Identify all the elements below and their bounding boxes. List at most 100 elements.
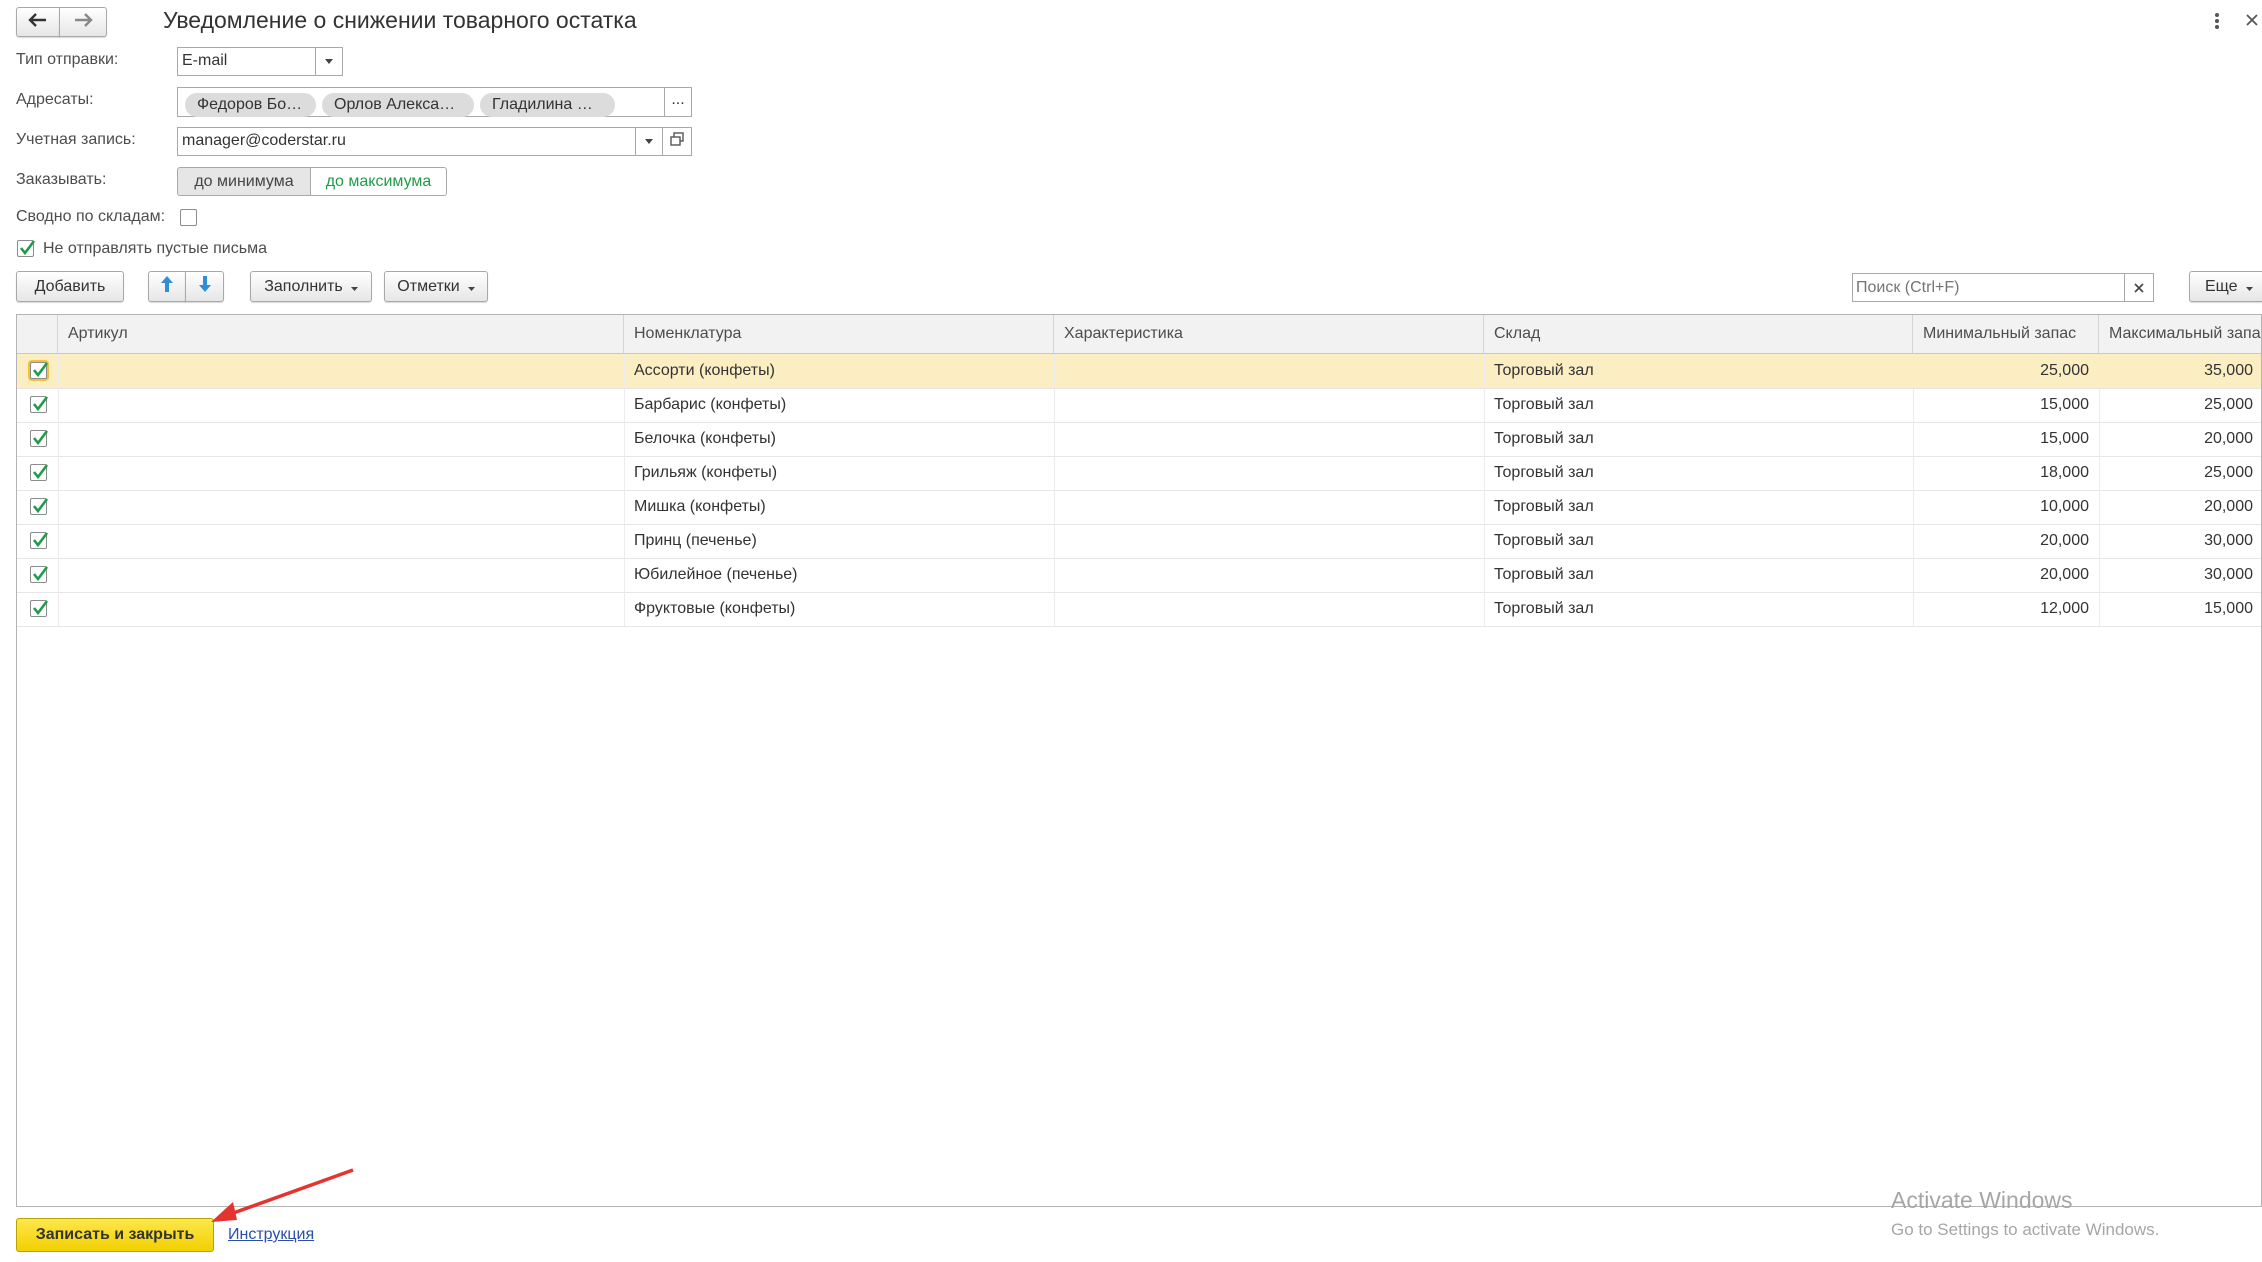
cell-min[interactable]: 15,000 [1913,388,2099,422]
cell-characteristic[interactable] [1054,422,1484,456]
table-row[interactable]: Грильяж (конфеты) Торговый зал 18,000 25,00… [17,456,2261,491]
cell-warehouse[interactable]: Торговый зал [1484,524,1913,558]
search-input[interactable] [1853,274,2129,301]
account-select[interactable]: manager@coderstar.ru [177,127,663,156]
recipient-tag[interactable]: Федоров Бо… [185,93,316,117]
cell-article[interactable] [58,490,624,524]
cell-max[interactable]: 15,000 [2099,592,2261,626]
cell-characteristic[interactable] [1054,354,1484,388]
cell-min[interactable]: 12,000 [1913,592,2099,626]
cell-characteristic[interactable] [1054,388,1484,422]
no-empty-checkbox[interactable] [17,240,36,257]
save-and-close-button[interactable]: Записать и закрыть [16,1218,214,1252]
cell-min[interactable]: 20,000 [1913,558,2099,592]
cell-warehouse[interactable]: Торговый зал [1484,388,1913,422]
cell-min[interactable]: 25,000 [1913,354,2099,388]
cell-characteristic[interactable] [1054,490,1484,524]
column-header-warehouse[interactable]: Склад [1484,315,1913,353]
move-up-button[interactable] [148,271,186,302]
cell-item[interactable]: Белочка (конфеты) [624,422,1054,456]
column-header-min[interactable]: Минимальный запас [1913,315,2099,353]
recipient-tag[interactable]: Орлов Алексан… [322,93,474,117]
cell-warehouse[interactable]: Торговый зал [1484,558,1913,592]
cell-max[interactable]: 20,000 [2099,490,2261,524]
cell-item[interactable]: Мишка (конфеты) [624,490,1054,524]
cell-warehouse[interactable]: Торговый зал [1484,422,1913,456]
cell-article[interactable] [58,558,624,592]
cell-max[interactable]: 30,000 [2099,558,2261,592]
row-checkbox[interactable] [30,498,49,515]
cell-max[interactable]: 30,000 [2099,524,2261,558]
cell-article[interactable] [58,592,624,626]
add-button[interactable]: Добавить [16,271,124,302]
row-checkbox[interactable] [30,430,49,447]
column-header-characteristic[interactable]: Характеристика [1054,315,1484,353]
order-to-min-option[interactable]: до минимума [177,167,311,196]
cell-characteristic[interactable] [1054,592,1484,626]
cell-min[interactable]: 20,000 [1913,524,2099,558]
forward-button[interactable] [59,7,107,37]
instruction-link[interactable]: Инструкция [228,1226,314,1244]
fill-button[interactable]: Заполнить [250,271,372,302]
table-row[interactable]: Белочка (конфеты) Торговый зал 15,000 20,00… [17,422,2261,457]
cell-min[interactable]: 10,000 [1913,490,2099,524]
cell-min[interactable]: 15,000 [1913,422,2099,456]
more-button[interactable]: Еще [2189,271,2262,302]
cell-item[interactable]: Грильяж (конфеты) [624,456,1054,490]
open-account-button[interactable] [662,127,692,156]
column-header-article[interactable]: Артикул [58,315,624,353]
cell-min[interactable]: 18,000 [1913,456,2099,490]
table-row[interactable]: Юбилейное (печенье) Торговый зал 20,000 30,… [17,558,2261,593]
order-to-max-option[interactable]: до максимума [310,167,447,196]
cell-article[interactable] [58,422,624,456]
chevron-down-icon[interactable] [635,128,662,155]
column-header-check[interactable] [17,315,58,353]
cell-item[interactable]: Юбилейное (печенье) [624,558,1054,592]
row-checkbox[interactable] [30,362,49,379]
cell-max[interactable]: 25,000 [2099,456,2261,490]
row-checkbox[interactable] [30,600,49,617]
close-icon[interactable] [2245,10,2259,28]
recipients-select-button[interactable]: ... [664,87,692,117]
cell-article[interactable] [58,456,624,490]
cell-warehouse[interactable]: Торговый зал [1484,592,1913,626]
recipient-tag[interactable]: Гладилина В… [480,93,615,117]
cell-article[interactable] [58,524,624,558]
cell-warehouse[interactable]: Торговый зал [1484,456,1913,490]
cell-item[interactable]: Принц (печенье) [624,524,1054,558]
move-down-button[interactable] [185,271,224,302]
send-type-select[interactable]: E-mail [177,47,343,76]
summary-checkbox[interactable] [180,209,197,226]
cell-warehouse[interactable]: Торговый зал [1484,354,1913,388]
clear-search-icon[interactable] [2124,274,2153,301]
cell-characteristic[interactable] [1054,456,1484,490]
marks-button[interactable]: Отметки [384,271,488,302]
column-header-max[interactable]: Максимальный запас [2099,315,2261,353]
cell-max[interactable]: 25,000 [2099,388,2261,422]
table-row[interactable]: Принц (печенье) Торговый зал 20,000 30,000 [17,524,2261,559]
back-button[interactable] [16,7,60,37]
column-header-item[interactable]: Номенклатура [624,315,1054,353]
cell-max[interactable]: 35,000 [2099,354,2261,388]
cell-item[interactable]: Фруктовые (конфеты) [624,592,1054,626]
cell-characteristic[interactable] [1054,558,1484,592]
search-field[interactable] [1852,273,2154,302]
cell-article[interactable] [58,388,624,422]
table-row[interactable]: Фруктовые (конфеты) Торговый зал 12,000 15,… [17,592,2261,627]
recipients-field[interactable]: Федоров Бо… Орлов Алексан… Гладилина В… [177,87,665,117]
row-checkbox[interactable] [30,566,49,583]
cell-max[interactable]: 20,000 [2099,422,2261,456]
chevron-down-icon[interactable] [315,48,342,75]
table-row[interactable]: Ассорти (конфеты) Торговый зал 25,000 35,00… [17,354,2261,389]
cell-article[interactable] [58,354,624,388]
cell-item[interactable]: Ассорти (конфеты) [624,354,1054,388]
cell-item[interactable]: Барбарис (конфеты) [624,388,1054,422]
cell-warehouse[interactable]: Торговый зал [1484,490,1913,524]
row-checkbox[interactable] [30,464,49,481]
row-checkbox[interactable] [30,396,49,413]
table-row[interactable]: Барбарис (конфеты) Торговый зал 15,000 25,0… [17,388,2261,423]
cell-characteristic[interactable] [1054,524,1484,558]
more-menu-icon[interactable] [2212,10,2222,32]
table-row[interactable]: Мишка (конфеты) Торговый зал 10,000 20,000 [17,490,2261,525]
row-checkbox[interactable] [30,532,49,549]
